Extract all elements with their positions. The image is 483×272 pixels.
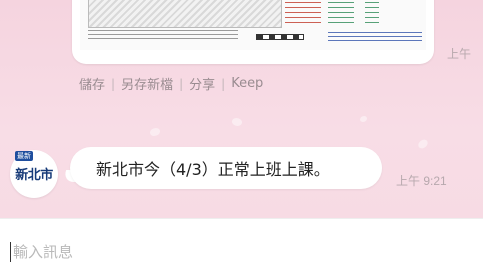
background-petal	[150, 128, 160, 136]
map-blue-note	[328, 32, 422, 44]
image-message-timestamp: 上午	[447, 47, 472, 61]
sender-avatar[interactable]: 最新 新北市	[10, 150, 58, 198]
map-table-green	[328, 0, 354, 26]
avatar-badge: 最新	[15, 151, 33, 161]
text-caret	[10, 242, 11, 262]
keep-action[interactable]: Keep	[231, 76, 263, 91]
image-message[interactable]	[72, 0, 434, 64]
map-footnote	[88, 30, 238, 42]
map-scale-bar	[256, 34, 304, 40]
text-message-timestamp: 上午 9:21	[396, 174, 447, 188]
background-petal	[360, 116, 367, 122]
chat-area: 上午 儲存 | 另存新檔 | 分享 | Keep 最新 新北市 新北市今（4/3…	[0, 0, 483, 218]
text-message-bubble[interactable]: 新北市今（4/3）正常上班上課。	[70, 147, 382, 189]
map-image[interactable]	[80, 0, 426, 50]
image-action-bar: 儲存 | 另存新檔 | 分享 | Keep	[79, 74, 263, 93]
terrain-map-graphic	[88, 0, 282, 28]
share-action[interactable]: 分享	[189, 74, 215, 93]
background-petal	[416, 138, 430, 150]
map-table-red	[285, 0, 321, 26]
action-separator: |	[111, 76, 116, 91]
map-table-green-values	[365, 0, 379, 26]
action-separator: |	[179, 76, 184, 91]
action-separator: |	[221, 76, 226, 91]
message-text: 新北市今（4/3）正常上班上課。	[96, 160, 330, 179]
avatar-logo-text: 新北市	[15, 168, 53, 183]
background-petal	[230, 116, 244, 128]
save-action[interactable]: 儲存	[79, 74, 105, 93]
save-as-action[interactable]: 另存新檔	[121, 74, 173, 93]
message-input[interactable]	[10, 240, 473, 264]
